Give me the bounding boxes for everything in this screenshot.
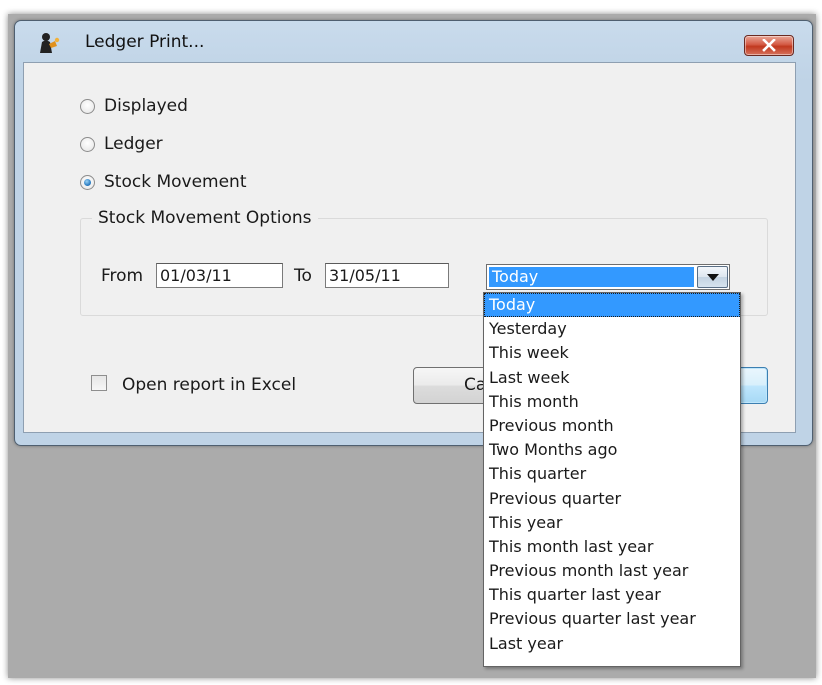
- title-bar[interactable]: Ledger Print...: [15, 21, 812, 63]
- radio-ledger[interactable]: Ledger: [80, 134, 163, 154]
- dropdown-option[interactable]: Previous month last year: [484, 559, 740, 583]
- dropdown-option[interactable]: Previous quarter last year: [484, 607, 740, 631]
- radio-displayed-label[interactable]: Displayed: [104, 96, 188, 116]
- period-combo-button[interactable]: [697, 266, 728, 288]
- dropdown-option[interactable]: This quarter last year: [484, 583, 740, 607]
- period-combo-value[interactable]: Today: [489, 267, 694, 287]
- period-combo[interactable]: Today: [486, 264, 730, 290]
- radio-displayed-circle[interactable]: [80, 98, 95, 114]
- dropdown-option[interactable]: This week: [484, 341, 740, 365]
- dropdown-option[interactable]: Yesterday: [484, 317, 740, 341]
- group-label: Stock Movement Options: [92, 208, 318, 228]
- radio-ledger-label[interactable]: Ledger: [104, 134, 163, 154]
- dropdown-option[interactable]: Two Months ago: [484, 438, 740, 462]
- dropdown-option[interactable]: This year: [484, 511, 740, 535]
- radio-stock-movement[interactable]: Stock Movement: [80, 172, 247, 192]
- radio-ledger-circle[interactable]: [80, 136, 95, 152]
- open-in-excel-checkbox[interactable]: [91, 375, 107, 391]
- dropdown-option[interactable]: Previous month: [484, 414, 740, 438]
- from-date-field[interactable]: 01/03/11: [156, 263, 283, 288]
- radio-stock-movement-circle[interactable]: [80, 174, 95, 190]
- open-in-excel-label[interactable]: Open report in Excel: [122, 375, 296, 395]
- dropdown-option[interactable]: Today: [484, 293, 740, 318]
- window-title: Ledger Print...: [85, 32, 205, 52]
- dropdown-option[interactable]: This quarter: [484, 462, 740, 486]
- dropdown-option[interactable]: This month last year: [484, 535, 740, 559]
- dropdown-option[interactable]: This month: [484, 390, 740, 414]
- period-dropdown-list[interactable]: Today Yesterday This week Last week This mon…: [483, 292, 741, 667]
- dropdown-option[interactable]: Last week: [484, 366, 740, 390]
- app-icon: [40, 33, 60, 53]
- from-label: From: [101, 266, 144, 286]
- to-date-field[interactable]: 31/05/11: [325, 263, 449, 288]
- dropdown-option[interactable]: Last year: [484, 632, 740, 656]
- close-button[interactable]: [744, 35, 794, 56]
- chevron-down-icon: [707, 274, 719, 281]
- close-icon: [762, 39, 776, 52]
- radio-stock-movement-label[interactable]: Stock Movement: [104, 172, 247, 192]
- dropdown-option[interactable]: Previous quarter: [484, 487, 740, 511]
- radio-displayed[interactable]: Displayed: [80, 96, 188, 116]
- to-label: To: [294, 266, 312, 286]
